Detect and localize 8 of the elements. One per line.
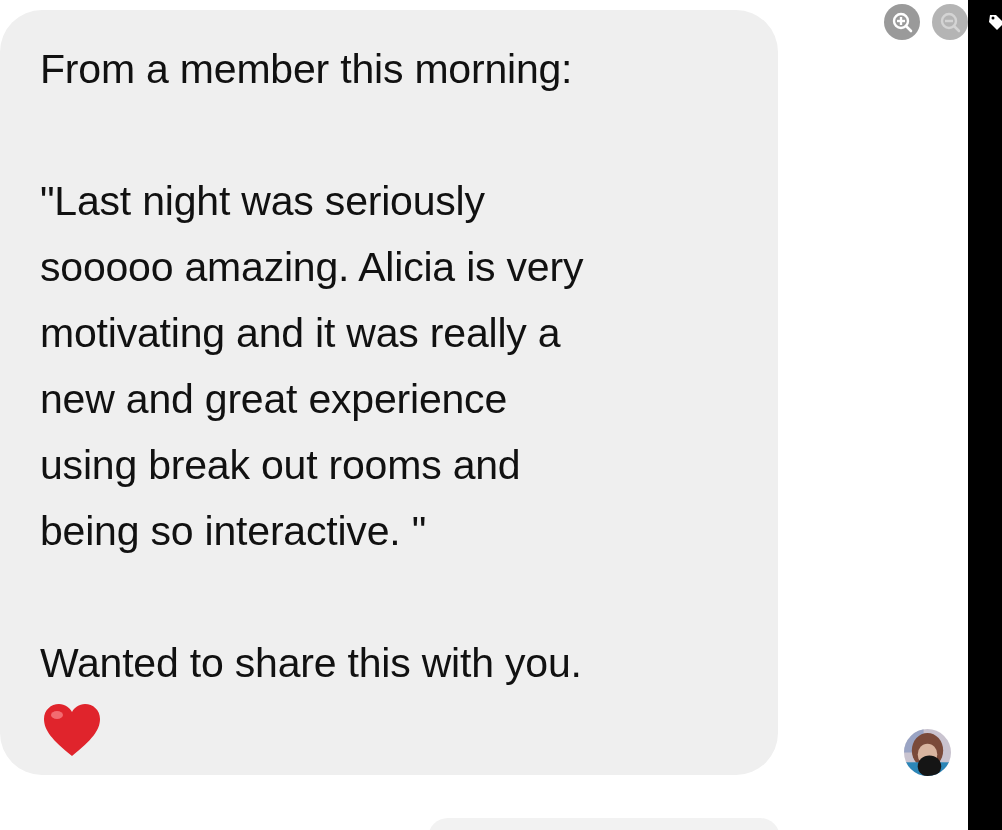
zoom-in-icon xyxy=(890,10,914,34)
message-text: "Last night was seriously sooooo amazing. Alicia is very motivating and it was really a new and great experience using break out rooms and being so interactive. " xyxy=(40,177,584,556)
zoom-in-button[interactable] xyxy=(884,4,920,40)
message-text: From a member this morning: xyxy=(40,45,573,94)
heart-icon xyxy=(42,702,102,758)
message-text: Wanted to share this with you. xyxy=(40,639,582,688)
tag-icon[interactable] xyxy=(988,13,1002,33)
zoom-out-icon xyxy=(938,10,962,34)
